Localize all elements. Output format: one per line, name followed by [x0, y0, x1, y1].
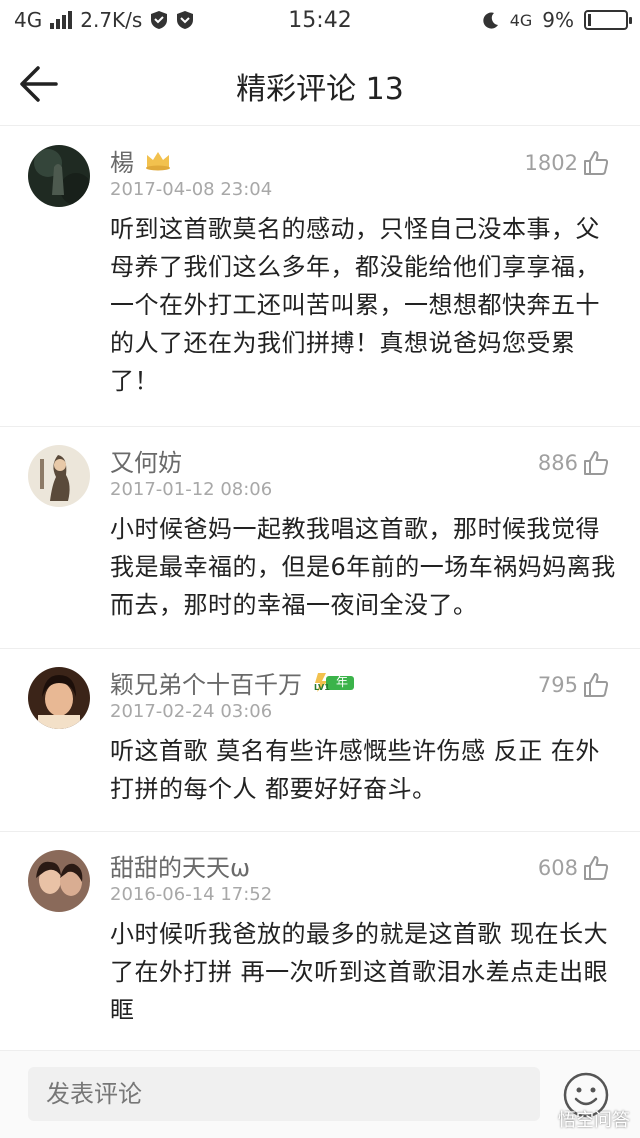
- moon-icon: [483, 12, 498, 29]
- comment-input[interactable]: 发表评论: [28, 1067, 540, 1121]
- like-button[interactable]: 608: [538, 854, 610, 882]
- like-count: 795: [537, 673, 578, 697]
- battery-percent: 9%: [542, 8, 574, 32]
- comment-list: 楊 2017-04-08 23:04 1802 听到这首歌莫名的感动，只怪自己没…: [0, 127, 640, 1050]
- header: 精彩评论 13: [0, 44, 640, 126]
- avatar[interactable]: [28, 667, 90, 729]
- vip-level-icon: 年 LV1: [312, 671, 356, 693]
- comment-time: 2017-02-24 03:06: [110, 701, 273, 722]
- battery-icon: [584, 10, 632, 30]
- comment-text: 听这首歌 莫名有些许感慨些许伤感 反正 在外打拼的每个人 都要好好奋斗。: [110, 737, 600, 803]
- like-count: 608: [537, 856, 578, 880]
- battery-fill: [588, 14, 591, 26]
- avatar[interactable]: [28, 445, 90, 507]
- status-bar-right: 4G 9%: [482, 8, 632, 32]
- thumbs-up-icon: [584, 451, 609, 475]
- comment-item: 又何妨 2017-01-12 08:06 886 小时候爸妈一起教我唱这首歌，那…: [0, 427, 640, 649]
- like-button[interactable]: 1802: [525, 149, 610, 177]
- like-count: 1802: [524, 151, 578, 175]
- comment-item: 颖兄弟个十百千万 年 LV1 2017-02-24 03:06 795 听这首歌…: [0, 649, 640, 832]
- like-count: 886: [537, 451, 578, 475]
- comment-time: 2016-06-14 17:52: [110, 884, 273, 905]
- bottom-bar: 发表评论 悟空问答: [0, 1050, 640, 1138]
- comment-text: 小时候听我爸放的最多的就是这首歌 现在长大了在外打拼 再一次听到这首歌泪水差点走…: [110, 920, 609, 1024]
- like-button[interactable]: 795: [538, 671, 610, 699]
- avatar[interactable]: [28, 850, 90, 912]
- watermark: 悟空问答: [558, 1110, 630, 1131]
- comment-item: 甜甜的天天ω 2016-06-14 17:52 608 小时候听我爸放的最多的就…: [0, 832, 640, 1050]
- network-type-right: 4G: [509, 10, 533, 30]
- avatar[interactable]: [28, 145, 90, 207]
- comment-item: 楊 2017-04-08 23:04 1802 听到这首歌莫名的感动，只怪自己没…: [0, 127, 640, 427]
- page-title: 精彩评论 13: [236, 72, 404, 107]
- comment-text: 小时候爸妈一起教我唱这首歌，那时候我觉得我是最幸福的，但是6年前的一场车祸妈妈离…: [110, 515, 616, 619]
- comment-text: 听到这首歌莫名的感动，只怪自己没本事，父母养了我们这么多年，都没能给他们享享福，…: [110, 215, 600, 395]
- like-button[interactable]: 886: [538, 449, 610, 477]
- comment-time: 2017-04-08 23:04: [110, 179, 273, 200]
- thumbs-up-icon: [584, 856, 609, 880]
- status-bar: 4G 2.7K/s 15:42 4G 9%: [0, 0, 640, 44]
- thumbs-up-icon: [584, 151, 609, 175]
- comment-time: 2017-01-12 08:06: [110, 479, 273, 500]
- thumbs-up-icon: [584, 673, 609, 697]
- crown-icon: [146, 152, 170, 171]
